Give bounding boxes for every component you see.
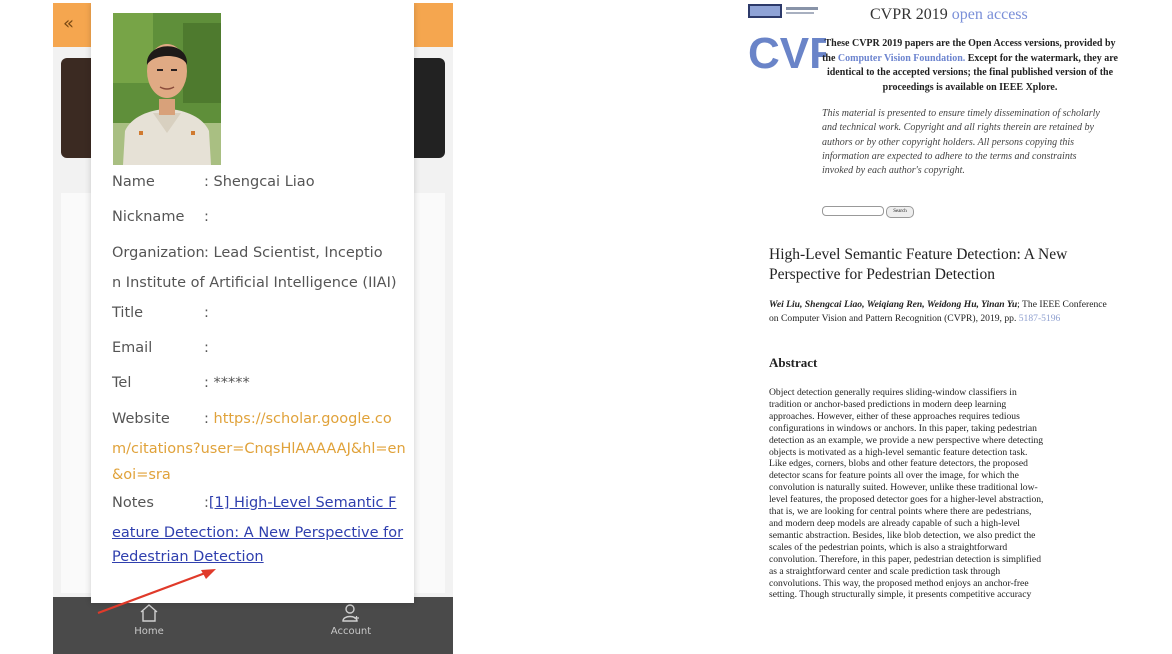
copyright-notice: This material is presented to ensure tim… xyxy=(822,108,1100,177)
email-value: : xyxy=(204,340,209,356)
website-link-line1[interactable]: https://scholar.google.co xyxy=(214,411,392,427)
notes-value: :[1] High-Level Semantic F xyxy=(204,489,396,518)
website-link-line3[interactable]: &oi=sra xyxy=(112,461,171,490)
profile-popup: Name : Shengcai Liao Nickname : Organiza… xyxy=(91,3,414,603)
tab-account-label: Account xyxy=(330,626,372,637)
profile-row-notes: Notes :[1] High-Level Semantic F eature … xyxy=(112,489,403,575)
cvf-logo-text: CVF xyxy=(748,29,826,76)
abstract-line: level features, the proposed detector go… xyxy=(769,494,1044,506)
abstract-line: configurations in windows or anchors. In… xyxy=(769,422,1037,434)
red-arrow-annotation xyxy=(97,569,216,615)
abstract-line: and modern deep models are already capab… xyxy=(769,517,1020,529)
field-label: Website xyxy=(112,411,170,427)
abstract-body: Object detection generally requires slid… xyxy=(769,387,1109,637)
search-button[interactable]: Search xyxy=(886,206,914,218)
account-icon xyxy=(342,604,359,622)
abstract-line: convolutions. This way, the proposed met… xyxy=(769,577,1029,589)
profile-row-website: Website : https://scholar.google.co m/ci… xyxy=(112,405,406,491)
cvf-logo: CVF xyxy=(748,4,826,76)
cvpr-paper-page: CVF CVPR 2019 open access These CVPR 201… xyxy=(740,0,1140,640)
abstract-line: detector scans for feature points all ov… xyxy=(769,470,1019,482)
website-colon: : xyxy=(204,411,214,427)
field-label: Email xyxy=(112,340,153,356)
double-chevron-left-icon[interactable]: « xyxy=(63,13,74,34)
cvf-link[interactable]: Computer Vision Foundation. xyxy=(838,53,965,64)
abstract-line: convolution is naturally suited. However… xyxy=(769,482,1038,494)
abstract-line: detection as an example, we provide a ne… xyxy=(769,434,1044,446)
abstract-line: Like edges, corners, blobs and other fea… xyxy=(769,458,1028,470)
avatar xyxy=(113,13,221,165)
page-title: CVPR 2019 open access xyxy=(870,6,1028,24)
field-label: Title xyxy=(112,305,144,321)
notes-link-line1[interactable]: [1] High-Level Semantic F xyxy=(209,495,397,511)
tab-home-label: Home xyxy=(134,626,164,637)
abstract-line: approaches. However, either of these app… xyxy=(769,410,1020,422)
organization-value-line1: : Lead Scientist, Inceptio xyxy=(204,245,383,261)
website-value: : https://scholar.google.co xyxy=(204,405,392,434)
page-title-main: CVPR 2019 xyxy=(870,6,952,23)
pages-link[interactable]: 5187-5196 xyxy=(1019,313,1061,324)
abstract-line: Object detection generally requires slid… xyxy=(769,387,1017,398)
search-input[interactable] xyxy=(822,206,884,216)
tab-account[interactable]: Account xyxy=(321,603,381,637)
abstract-line: as a straightforward center and scale pr… xyxy=(769,565,1001,577)
open-access-link[interactable]: open access xyxy=(952,6,1028,23)
abstract-line: setting. Though structurally simple, it … xyxy=(769,589,1032,601)
paper-citation: Wei Liu, Shengcai Liao, Weiqiang Ren, We… xyxy=(769,298,1114,326)
tel-value: : ***** xyxy=(204,375,250,391)
field-label: Organization xyxy=(112,245,205,261)
abstract-line: tradition or anchor-based predictions in… xyxy=(769,398,1007,410)
paper-title: High-Level Semantic Feature Detection: A… xyxy=(769,246,1068,283)
title-value: : xyxy=(204,305,209,321)
abstract-line: convolution. Therefore, in this paper, p… xyxy=(769,553,1041,565)
field-label: Name xyxy=(112,174,155,190)
mobile-app-screen: « Home Account Name: Shengcai Liao Nick… xyxy=(53,3,453,654)
nickname-value: : xyxy=(204,209,209,225)
abstract-line: that is, we are looking for central poin… xyxy=(769,506,1032,518)
profile-row-organization: Organization : Lead Scientist, Inceptio … xyxy=(112,239,397,299)
intro-notice: These CVPR 2019 papers are the Open Acce… xyxy=(822,37,1118,95)
field-label: Tel xyxy=(112,375,132,391)
abstract-heading: Abstract xyxy=(769,355,818,370)
profile-photo xyxy=(113,13,221,165)
name-value: : Shengcai Liao xyxy=(204,174,315,190)
abstract-line: objects is motivated as a high-level sem… xyxy=(769,446,1028,458)
abstract-line: semantic abstraction. Besides, like blob… xyxy=(769,529,1036,541)
authors: Wei Liu, Shengcai Liao, Weiqiang Ren, We… xyxy=(769,299,1018,310)
field-label: Notes xyxy=(112,495,154,511)
organization-value-line2: n Institute of Artificial Intelligence (… xyxy=(112,275,397,291)
abstract-line: scales of the pedestrian points, which i… xyxy=(769,541,1008,553)
field-label: Nickname xyxy=(112,209,185,225)
website-link-line2[interactable]: m/citations?user=CnqsHlAAAAAJ&hl=en xyxy=(112,435,406,464)
